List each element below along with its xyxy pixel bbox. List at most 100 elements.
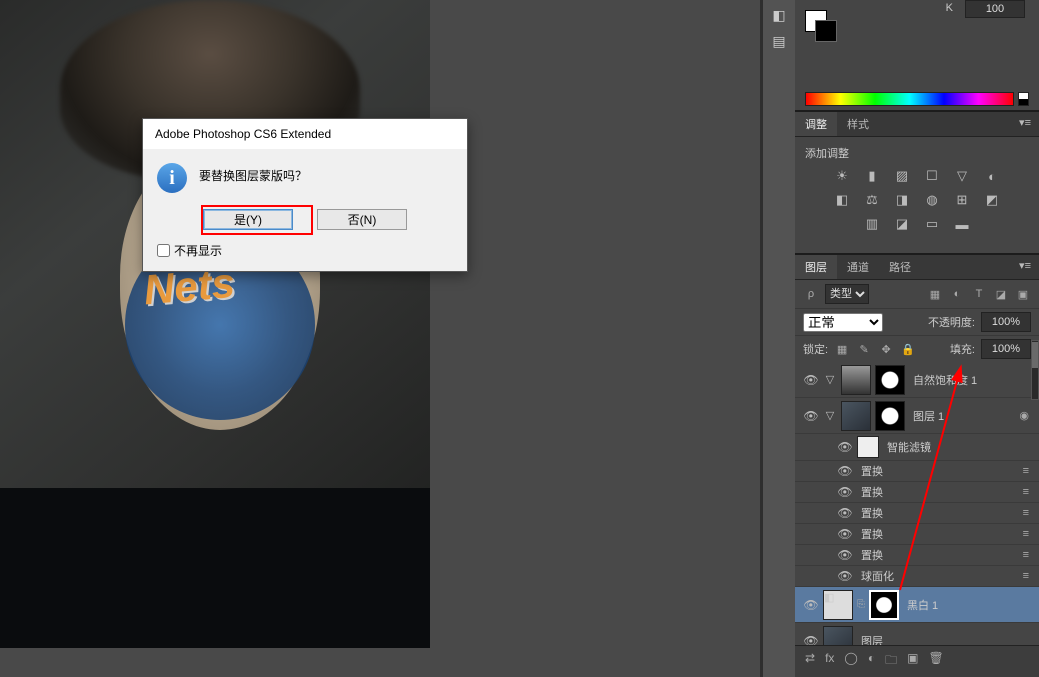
visibility-icon[interactable]: 👁 [835, 440, 855, 454]
filter-row[interactable]: 👁 置换 ≡ [795, 545, 1039, 566]
dont-show-checkbox[interactable] [157, 244, 170, 257]
mask-icon[interactable]: ◯ [844, 651, 857, 672]
filter-name[interactable]: 置换 [855, 526, 1023, 542]
adj-lookup-icon[interactable]: ⊞ [952, 191, 972, 209]
layer-row[interactable]: 👁 ▽ 图层 1 ◉ [795, 398, 1039, 434]
chevron-down-icon[interactable]: ▽ [821, 409, 839, 422]
delete-icon[interactable]: 🗑 [928, 651, 943, 672]
filter-shape-icon[interactable]: ◪ [993, 286, 1009, 302]
adj-gradient-map-icon[interactable]: ▭ [922, 215, 942, 233]
layer-name[interactable]: 图层 1 [907, 408, 1019, 424]
visibility-icon[interactable]: 👁 [835, 527, 855, 541]
fill-input[interactable] [981, 339, 1031, 359]
filter-settings-icon[interactable]: ≡ [1023, 570, 1033, 582]
k-value-input[interactable] [965, 0, 1025, 18]
visibility-icon[interactable]: 👁 [835, 569, 855, 583]
filter-row[interactable]: 👁 置换 ≡ [795, 503, 1039, 524]
lock-pixels-icon[interactable]: ✎ [856, 341, 872, 357]
adj-bw-icon[interactable]: ◧ [832, 191, 852, 209]
visibility-icon[interactable]: 👁 [801, 409, 821, 423]
link-layers-icon[interactable]: ⇄ [805, 651, 815, 672]
mask-thumb[interactable] [869, 590, 899, 620]
visibility-icon[interactable]: 👁 [835, 464, 855, 478]
no-button[interactable]: 否(N) [317, 209, 407, 230]
visibility-icon[interactable]: 👁 [835, 548, 855, 562]
layer-name[interactable]: 自然饱和度 1 [907, 372, 1033, 388]
new-layer-icon[interactable]: ▣ [907, 651, 918, 672]
filter-row[interactable]: 👁 置换 ≡ [795, 482, 1039, 503]
filter-name[interactable]: 置换 [855, 484, 1023, 500]
adj-hue-icon[interactable]: ◐ [982, 167, 1002, 185]
adj-photo-filter-icon[interactable]: ◨ [892, 191, 912, 209]
yes-button[interactable]: 是(Y) [203, 209, 293, 230]
smart-object-icon[interactable]: ◉ [1019, 409, 1033, 422]
group-icon[interactable]: 🗀 [885, 651, 897, 672]
layer-thumb[interactable] [841, 401, 871, 431]
chevron-down-icon[interactable]: ▽ [821, 373, 839, 386]
filter-pixel-icon[interactable]: ▦ [927, 286, 943, 302]
bw-ramp[interactable] [1018, 92, 1029, 106]
visibility-icon[interactable]: 👁 [835, 506, 855, 520]
smart-filter-mask[interactable] [857, 436, 879, 458]
tab-adjustments[interactable]: 调整 [795, 112, 837, 136]
adj-selective-icon[interactable]: ▬ [952, 215, 972, 233]
adjustment-thumb[interactable] [841, 365, 871, 395]
visibility-icon[interactable]: 👁 [835, 485, 855, 499]
adj-vibrance-icon[interactable]: ▽ [952, 167, 972, 185]
spectrum-ramp[interactable] [805, 92, 1014, 106]
filter-smart-icon[interactable]: ▣ [1015, 286, 1031, 302]
background-swatch[interactable] [815, 20, 837, 42]
lock-pos-icon[interactable]: ✥ [878, 341, 894, 357]
filter-row[interactable]: 👁 球面化 ≡ [795, 566, 1039, 587]
scrollbar-thumb[interactable] [1032, 342, 1038, 368]
filter-row[interactable]: 👁 置换 ≡ [795, 524, 1039, 545]
adj-brightness-icon[interactable]: ☀ [832, 167, 852, 185]
mask-thumb[interactable] [875, 401, 905, 431]
blend-mode-select[interactable]: 正常 [803, 313, 883, 332]
lock-all-icon[interactable]: 🔒 [900, 341, 916, 357]
filter-row[interactable]: 👁 置换 ≡ [795, 461, 1039, 482]
scrollbar[interactable] [1031, 340, 1039, 400]
filter-settings-icon[interactable]: ≡ [1023, 528, 1033, 540]
tab-layers[interactable]: 图层 [795, 255, 837, 279]
visibility-icon[interactable]: 👁 [801, 634, 821, 646]
panel-toggle-icon[interactable]: ◧ [765, 4, 793, 26]
filter-settings-icon[interactable]: ≡ [1023, 507, 1033, 519]
filter-settings-icon[interactable]: ≡ [1023, 549, 1033, 561]
filter-settings-icon[interactable]: ≡ [1023, 465, 1033, 477]
lock-trans-icon[interactable]: ▦ [834, 341, 850, 357]
adj-threshold-icon[interactable]: ◪ [892, 215, 912, 233]
adjustment-thumb[interactable]: ◧ [823, 590, 853, 620]
filter-type-select[interactable]: 类型 [825, 284, 869, 304]
adj-posterize-icon[interactable]: ▥ [862, 215, 882, 233]
tab-paths[interactable]: 路径 [879, 255, 921, 279]
layer-row[interactable]: 👁 图层 [795, 623, 1039, 645]
adj-curves-icon[interactable]: ▨ [892, 167, 912, 185]
layer-name[interactable]: 黑白 1 [901, 597, 1033, 613]
smart-filters-row[interactable]: 👁 智能滤镜 [795, 434, 1039, 461]
opacity-input[interactable] [981, 312, 1031, 332]
adj-levels-icon[interactable]: ▮ [862, 167, 882, 185]
adj-exposure-icon[interactable]: ☐ [922, 167, 942, 185]
tab-styles[interactable]: 样式 [837, 112, 879, 136]
filter-name[interactable]: 置换 [855, 547, 1023, 563]
color-swatches[interactable] [805, 10, 837, 42]
adj-mixer-icon[interactable]: ◍ [922, 191, 942, 209]
visibility-icon[interactable]: 👁 [801, 598, 821, 612]
layer-row-selected[interactable]: 👁 ◧ ⎘ 黑白 1 [795, 587, 1039, 623]
filter-name[interactable]: 球面化 [855, 568, 1023, 584]
panel-menu-icon[interactable]: ▾≡ [1011, 112, 1039, 136]
fx-icon[interactable]: fx [825, 651, 834, 672]
panel-toggle-icon[interactable]: ▤ [765, 30, 793, 52]
layer-row[interactable]: 👁 ▽ 自然饱和度 1 [795, 362, 1039, 398]
filter-text-icon[interactable]: T [971, 286, 987, 302]
adj-invert-icon[interactable]: ◩ [982, 191, 1002, 209]
filter-pick-icon[interactable]: ρ [803, 286, 819, 302]
adj-balance-icon[interactable]: ⚖ [862, 191, 882, 209]
layer-name[interactable]: 图层 [855, 633, 1033, 646]
layer-thumb[interactable] [823, 626, 853, 646]
link-icon[interactable]: ⎘ [855, 599, 867, 610]
filter-name[interactable]: 置换 [855, 505, 1023, 521]
filter-name[interactable]: 置换 [855, 463, 1023, 479]
mask-thumb[interactable] [875, 365, 905, 395]
